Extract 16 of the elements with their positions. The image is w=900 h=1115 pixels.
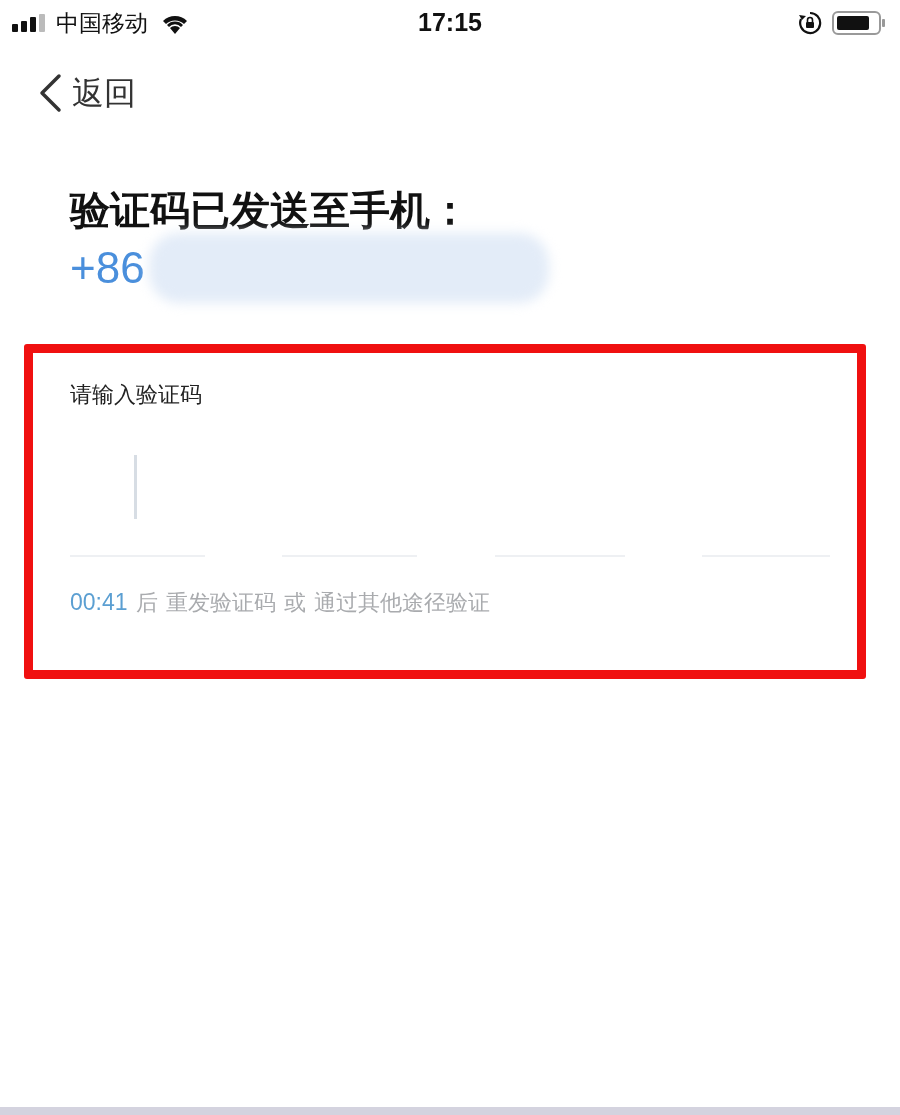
clock-time: 17:15 — [418, 7, 482, 39]
code-digit-field[interactable] — [70, 453, 205, 557]
text-cursor — [134, 455, 137, 519]
page-title: 验证码已发送至手机： — [70, 186, 471, 234]
chevron-left-icon — [38, 73, 62, 113]
battery-icon — [832, 11, 886, 35]
rotation-lock-icon — [798, 11, 822, 35]
code-label: 请输入验证码 — [70, 381, 203, 409]
hint-text: 或 — [283, 588, 306, 617]
carrier-name: 中国移动 — [56, 8, 148, 38]
hint-text: 重发验证码 — [165, 588, 276, 617]
hint-text: 后 — [135, 588, 158, 617]
phone-prefix: +86 — [70, 242, 145, 294]
countdown-timer: 00:41 — [70, 588, 128, 617]
back-button[interactable]: 返回 — [38, 68, 136, 118]
hint-text: 通过其他途径验证 — [313, 588, 490, 617]
